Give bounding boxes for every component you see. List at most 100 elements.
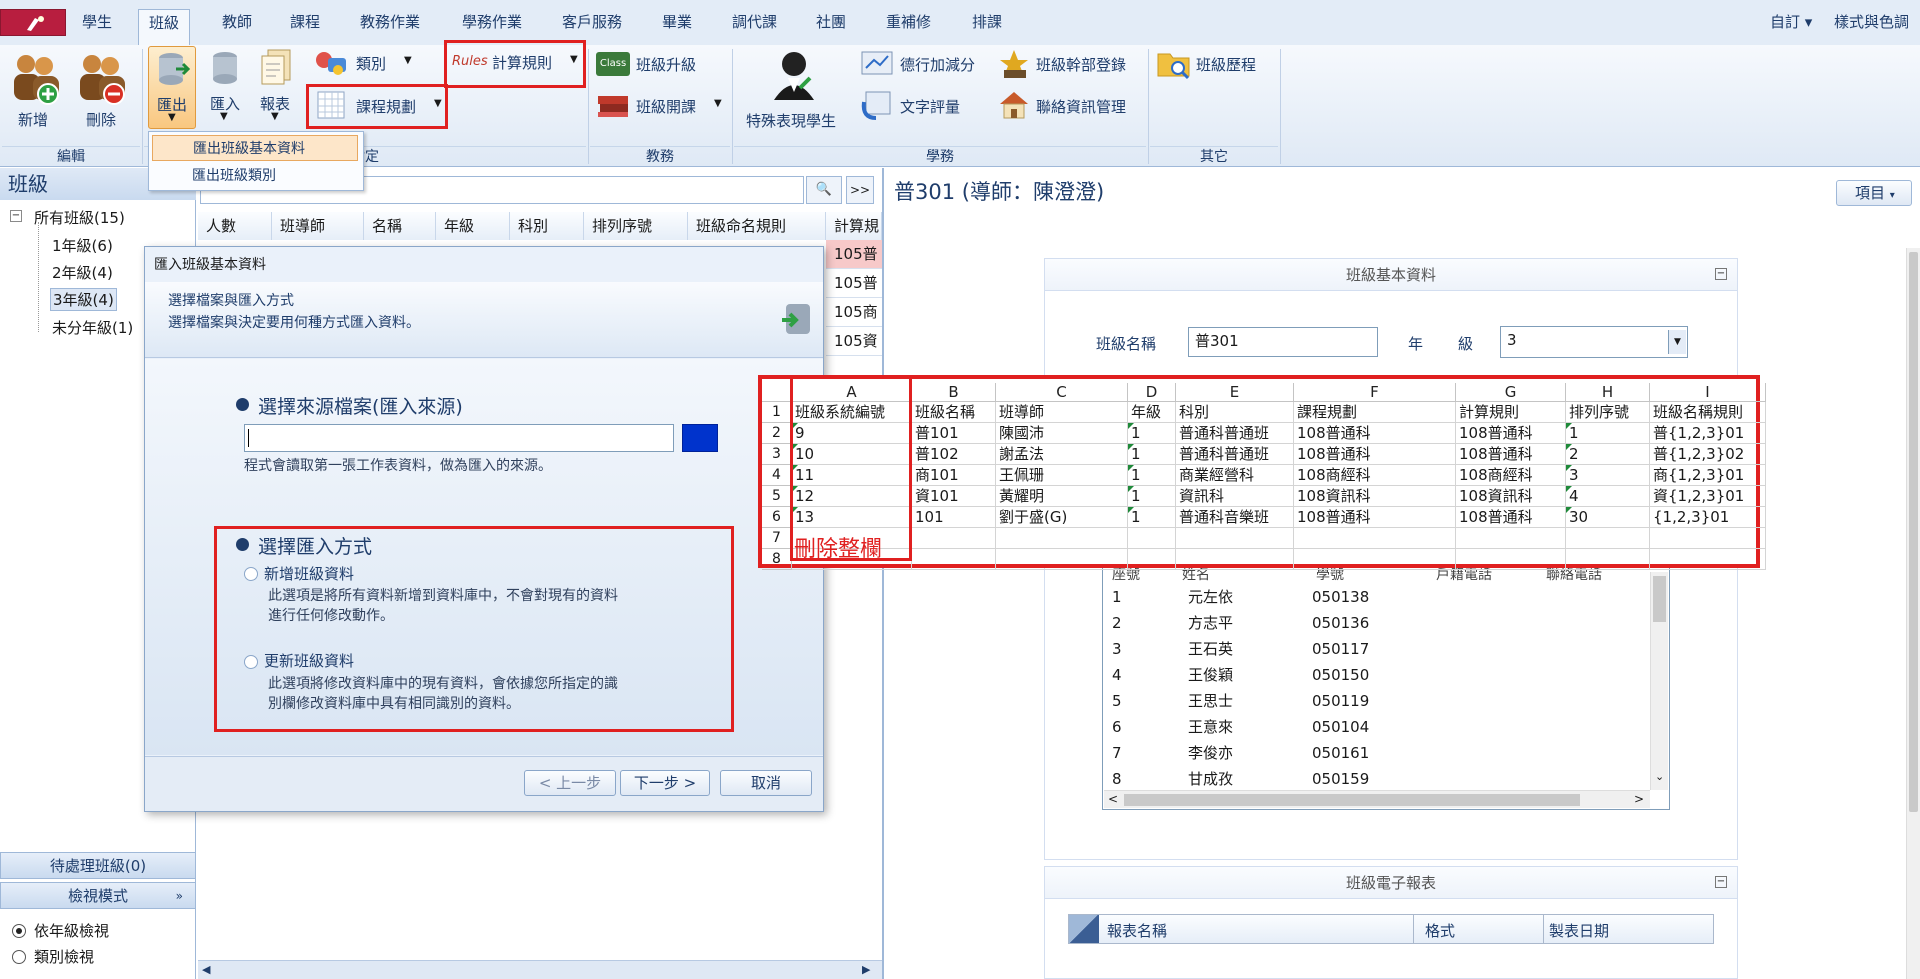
sheet-cell[interactable]: 商101 [912, 465, 996, 486]
student-horizontal-scrollbar[interactable]: < > [1104, 790, 1650, 808]
scroll-right-icon[interactable]: ▶ [862, 963, 870, 976]
sheet-cell[interactable]: 計算規則 [1456, 402, 1566, 423]
sheet-row-header[interactable]: 2 [762, 423, 792, 444]
sheet-cell[interactable] [912, 528, 996, 549]
sheet-cell[interactable]: 108商經科 [1456, 465, 1566, 486]
delete-button[interactable]: 刪除 [72, 48, 132, 130]
class-history-button[interactable]: 班級歷程 [1156, 48, 1276, 82]
sheet-cell[interactable] [1650, 528, 1766, 549]
tab-makeup[interactable]: 重補修 [876, 9, 941, 36]
tab-customer-service[interactable]: 客戶服務 [552, 9, 632, 36]
sheet-cell[interactable]: 普102 [912, 444, 996, 465]
col-name[interactable]: 名稱 [364, 212, 436, 240]
sheet-cell[interactable]: 普通科普通班 [1176, 423, 1294, 444]
sheet-cell[interactable]: 排列序號 [1566, 402, 1650, 423]
sheet-col-header[interactable]: H [1566, 383, 1650, 402]
sheet-row-header[interactable]: 6 [762, 507, 792, 528]
report-button[interactable]: 報表 ▼ [254, 48, 300, 130]
view-mode-header[interactable]: 檢視模式 » [0, 882, 196, 909]
sheet-col-header[interactable]: B [912, 383, 996, 402]
sheet-cell[interactable]: 商{1,2,3}01 [1650, 465, 1766, 486]
sheet-cell[interactable]: 1 [1128, 423, 1176, 444]
sheet-cell[interactable]: 101 [912, 507, 996, 528]
sheet-cell[interactable]: 普{1,2,3}01 [1650, 423, 1766, 444]
sheet-cell[interactable]: 4 [1566, 486, 1650, 507]
app-menu-button[interactable] [0, 9, 66, 36]
tab-substitute[interactable]: 調代課 [722, 9, 787, 36]
sheet-cell[interactable] [1456, 528, 1566, 549]
sheet-cell[interactable]: 班導師 [996, 402, 1128, 423]
sheet-cell[interactable]: 1 [1128, 486, 1176, 507]
sheet-cell[interactable] [1128, 549, 1176, 570]
items-dropdown[interactable]: 項目 ▾ [1836, 180, 1912, 206]
grade-select[interactable]: 3 [1500, 326, 1688, 358]
sheet-cell[interactable]: 108資訊科 [1294, 486, 1456, 507]
scroll-down-icon[interactable]: ⌄ [1655, 770, 1664, 783]
sheet-row-header[interactable]: 1 [762, 402, 792, 423]
sheet-cell[interactable]: 王佩珊 [996, 465, 1128, 486]
sheet-cell[interactable]: 108普通科 [1294, 444, 1456, 465]
tree-unassigned[interactable]: 未分年級(1) [52, 317, 133, 338]
sheet-col-header[interactable]: F [1294, 383, 1456, 402]
student-row[interactable]: 4 王俊穎 050150 [1112, 662, 1678, 688]
col-order[interactable]: 排列序號 [584, 212, 688, 240]
col-dept[interactable]: 科別 [510, 212, 584, 240]
sheet-cell[interactable]: 1 [1128, 507, 1176, 528]
radio-add-class[interactable] [244, 567, 258, 581]
col-calc-rule[interactable]: 計算規 [826, 212, 882, 240]
menu-export-basic[interactable]: 匯出班級基本資料 [152, 135, 358, 161]
sheet-col-header[interactable]: E [1176, 383, 1294, 402]
text-eval-button[interactable]: 文字評量 [860, 90, 980, 124]
course-plan-button[interactable]: 課程規劃 ▼ [316, 88, 442, 124]
tab-student-affairs[interactable]: 學務作業 [452, 9, 532, 36]
sheet-cell[interactable]: 資訊科 [1176, 486, 1294, 507]
sheet-col-header[interactable]: I [1650, 383, 1766, 402]
cancel-button[interactable]: 取消 [720, 770, 812, 796]
sheet-cell[interactable]: 普通科音樂班 [1176, 507, 1294, 528]
sheet-row-header[interactable]: 7 [762, 528, 792, 549]
sheet-cell[interactable]: 陳國沛 [996, 423, 1128, 444]
sheet-cell[interactable] [1128, 528, 1176, 549]
sheet-cell[interactable]: 1 [1128, 465, 1176, 486]
special-students-button[interactable]: 特殊表現學生 [740, 48, 850, 130]
sheet-cell[interactable]: 劉于盛(G) [996, 507, 1128, 528]
calc-rules-button[interactable]: Rules 計算規則 ▼ [452, 48, 580, 80]
sheet-cell[interactable]: 3 [1566, 465, 1650, 486]
sheet-cell[interactable]: 108商經科 [1294, 465, 1456, 486]
student-row[interactable]: 8 甘成孜 050159 [1112, 766, 1678, 792]
list-cell[interactable]: 105普 [826, 240, 882, 269]
sheet-cell[interactable] [1176, 549, 1294, 570]
student-row[interactable]: 6 王意來 050104 [1112, 714, 1678, 740]
student-row[interactable]: 5 王思士 050119 [1112, 688, 1678, 714]
sheet-cell[interactable] [1650, 549, 1766, 570]
tab-graduation[interactable]: 畢業 [652, 9, 702, 36]
student-row[interactable]: 3 王石英 050117 [1112, 636, 1678, 662]
class-open-button[interactable]: 班級開課 ▼ [596, 90, 726, 120]
student-vertical-scrollbar[interactable]: ⌄ [1650, 572, 1668, 790]
tree-grade-2[interactable]: 2年級(4) [52, 262, 113, 283]
tab-class[interactable]: 班級 [138, 9, 191, 47]
sheet-cell[interactable] [1176, 528, 1294, 549]
detail-vertical-scrollbar[interactable] [1906, 248, 1920, 979]
menu-export-category[interactable]: 匯出班級類別 [152, 163, 358, 189]
radio-update-class[interactable] [244, 655, 258, 669]
sheet-row-header[interactable]: 8 [762, 549, 792, 570]
sheet-col-header[interactable]: G [1456, 383, 1566, 402]
sheet-row-header[interactable]: 5 [762, 486, 792, 507]
sheet-cell[interactable]: 班級名稱 [912, 402, 996, 423]
expand-filter-button[interactable]: >> [846, 176, 874, 204]
class-name-input[interactable]: 普301 [1188, 327, 1378, 357]
scroll-left-icon[interactable]: < [1108, 792, 1118, 806]
contact-mgmt-button[interactable]: 聯絡資訊管理 [996, 90, 1136, 122]
import-button[interactable]: 匯入 ▼ [204, 48, 248, 130]
sheet-cell[interactable] [1456, 549, 1566, 570]
sheet-col-header[interactable]: D [1128, 383, 1176, 402]
scroll-right-icon[interactable]: > [1634, 792, 1644, 806]
list-cell[interactable]: 105商 [826, 298, 882, 327]
card-collapse-icon[interactable]: − [1715, 268, 1727, 280]
scroll-thumb[interactable] [1653, 576, 1666, 622]
sheet-cell[interactable]: 班級名稱規則 [1650, 402, 1766, 423]
sheet-cell[interactable]: 2 [1566, 444, 1650, 465]
sheet-cell[interactable]: 科別 [1176, 402, 1294, 423]
sheet-corner[interactable] [762, 383, 792, 402]
